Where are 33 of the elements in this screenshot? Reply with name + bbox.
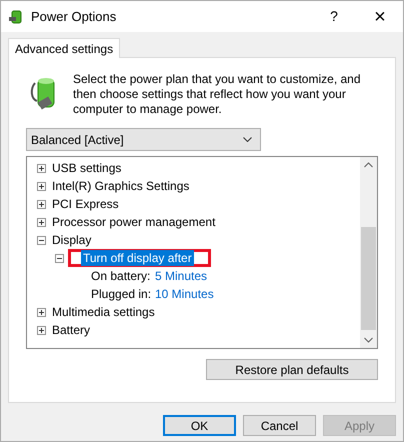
expand-icon[interactable] <box>37 182 46 190</box>
expand-icon[interactable] <box>37 200 46 208</box>
dialog-button[interactable]: OK <box>163 415 236 436</box>
collapse-icon[interactable] <box>37 236 46 244</box>
expand-icon[interactable] <box>37 326 46 334</box>
tree-item[interactable]: USB settings <box>50 160 124 176</box>
restore-defaults-button[interactable]: Restore plan defaults <box>206 359 378 380</box>
chevron-down-icon <box>243 137 252 142</box>
tree-item[interactable]: Processor power management <box>50 214 218 230</box>
tab[interactable]: Advanced settings <box>8 38 120 58</box>
setting-value-link[interactable]: 10 Minutes <box>155 285 214 303</box>
battery-plug-icon <box>8 8 24 24</box>
plan-dropdown[interactable]: Balanced [Active] <box>26 128 261 151</box>
tree-item[interactable]: PCI Express <box>50 196 121 212</box>
tree-item[interactable]: Display <box>50 232 94 248</box>
tree-item[interactable]: Multimedia settings <box>50 304 157 320</box>
help-button[interactable]: ? <box>319 2 349 32</box>
setting-label: On battery: <box>91 268 152 285</box>
close-button[interactable]: × <box>357 2 403 32</box>
tree-item[interactable]: Intel(R) Graphics Settings <box>50 178 192 194</box>
setting-label: Plugged in: <box>91 286 152 303</box>
expand-icon[interactable] <box>37 218 46 226</box>
dialog-button[interactable]: Cancel <box>243 415 316 436</box>
collapse-icon[interactable] <box>55 254 64 262</box>
expand-icon[interactable] <box>37 164 46 172</box>
tree-item[interactable]: Turn off display after <box>81 250 194 266</box>
instruction-text: Select the power plan that you want to customize, and then choose settings that reflect how you want your computer to manage power. <box>73 72 362 117</box>
tree-item[interactable]: Battery <box>50 322 92 338</box>
expand-icon[interactable] <box>37 308 46 316</box>
scroll-thumb[interactable] <box>361 227 376 330</box>
setting-value-link[interactable]: 5 Minutes <box>155 267 208 285</box>
scrollbar[interactable] <box>360 157 377 348</box>
window-title: Power Options <box>31 8 116 26</box>
